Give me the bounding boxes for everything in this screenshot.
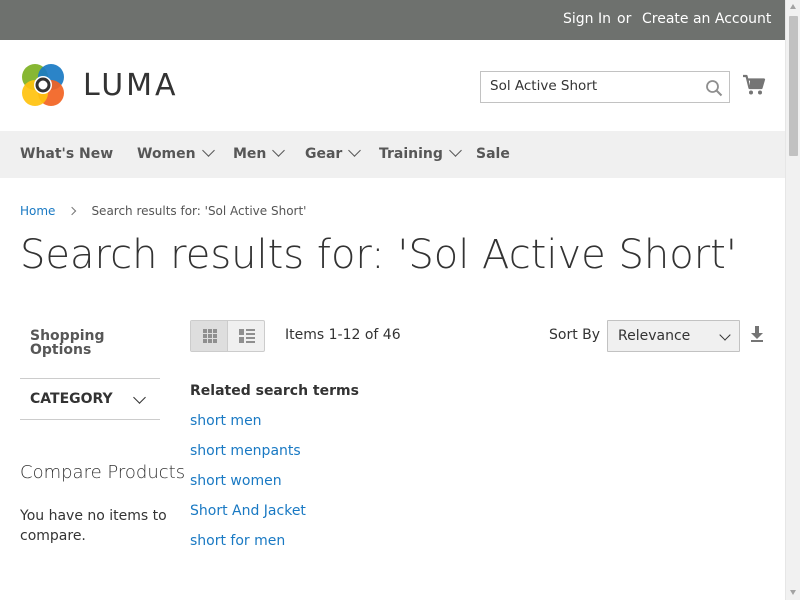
grid-icon (203, 329, 217, 343)
page: Sign In or Create an Account LUMA Sol Ac… (0, 0, 785, 600)
chevron-down-icon (449, 144, 462, 157)
breadcrumb-current: Search results for: 'Sol Active Short' (91, 204, 307, 218)
header: LUMA (0, 40, 785, 131)
page-title: Search results for: 'Sol Active Short' (20, 232, 737, 278)
nav-item-whats-new[interactable]: What's New (20, 146, 113, 162)
arrow-down-icon[interactable] (751, 326, 763, 342)
nav-label: Gear (305, 146, 343, 162)
divider (20, 378, 160, 379)
chevron-down-icon (348, 144, 362, 157)
compare-empty-message: You have no items to compare. (20, 508, 167, 544)
related-term-link[interactable]: short for men (190, 533, 285, 549)
sort-by-select[interactable]: Relevance (607, 320, 740, 352)
nav-item-men[interactable]: Men (233, 144, 286, 162)
nav-label: Women (137, 146, 196, 162)
scroll-up-arrow-icon[interactable] (790, 4, 796, 9)
search-icon[interactable] (705, 79, 723, 97)
nav-label: Men (233, 146, 267, 162)
nav-item-training[interactable]: Training (379, 144, 462, 162)
list-icon (239, 329, 255, 343)
sort-by-label: Sort By (549, 327, 601, 343)
scrollbar-thumb[interactable] (789, 16, 798, 156)
list-item: short men (190, 413, 306, 443)
related-term-link[interactable]: short men (190, 413, 262, 429)
nav-item-gear[interactable]: Gear (305, 144, 362, 162)
breadcrumb: Home Search results for: 'Sol Active Shor… (20, 204, 306, 218)
or-separator: or (617, 11, 632, 27)
top-bar: Sign In or Create an Account (0, 0, 785, 40)
related-search-terms-list: short men short menpants short women Sho… (190, 413, 306, 563)
chevron-down-icon (272, 144, 286, 157)
sort-selected-value: Relevance (618, 328, 691, 344)
chevron-down-icon (201, 144, 215, 157)
luma-logo-icon (22, 64, 64, 106)
scroll-down-arrow-icon[interactable] (790, 590, 796, 595)
main-nav: What's New Women Men Gear Training Sale (0, 131, 785, 178)
chevron-right-icon (68, 206, 77, 216)
logo-text: LUMA (83, 68, 179, 103)
list-view-button[interactable] (229, 321, 265, 351)
related-term-link[interactable]: short women (190, 473, 282, 489)
search-input[interactable] (490, 78, 690, 94)
related-term-link[interactable]: Short And Jacket (190, 503, 306, 519)
list-item: short for men (190, 533, 306, 563)
chevron-down-icon (719, 329, 731, 341)
grid-view-button[interactable] (191, 321, 228, 351)
logo[interactable]: LUMA (20, 62, 176, 108)
create-account-link[interactable]: Create an Account (642, 11, 771, 27)
nav-label: What's New (20, 146, 114, 162)
list-item: short women (190, 473, 306, 503)
list-item: short menpants (190, 443, 306, 473)
view-mode-switcher (190, 320, 265, 352)
vertical-scrollbar[interactable] (785, 0, 800, 600)
related-term-link[interactable]: short menpants (190, 443, 301, 459)
search-box (480, 71, 730, 103)
divider (20, 419, 160, 420)
chevron-down-icon[interactable] (133, 391, 146, 404)
sign-in-link[interactable]: Sign In (563, 11, 611, 27)
shopping-options-heading: Shopping Options (30, 328, 105, 358)
cart-icon[interactable] (742, 73, 766, 97)
nav-item-women[interactable]: Women (137, 144, 215, 162)
items-count: Items 1-12 of 46 (285, 327, 401, 343)
nav-label: Training (379, 146, 443, 162)
compare-products-title: Compare Products (20, 462, 186, 483)
breadcrumb-home-link[interactable]: Home (20, 204, 55, 218)
nav-item-sale[interactable]: Sale (476, 146, 510, 162)
nav-label: Sale (476, 146, 510, 162)
related-search-terms-title: Related search terms (190, 383, 359, 399)
list-item: Short And Jacket (190, 503, 306, 533)
category-filter-title[interactable]: CATEGORY (30, 391, 113, 407)
